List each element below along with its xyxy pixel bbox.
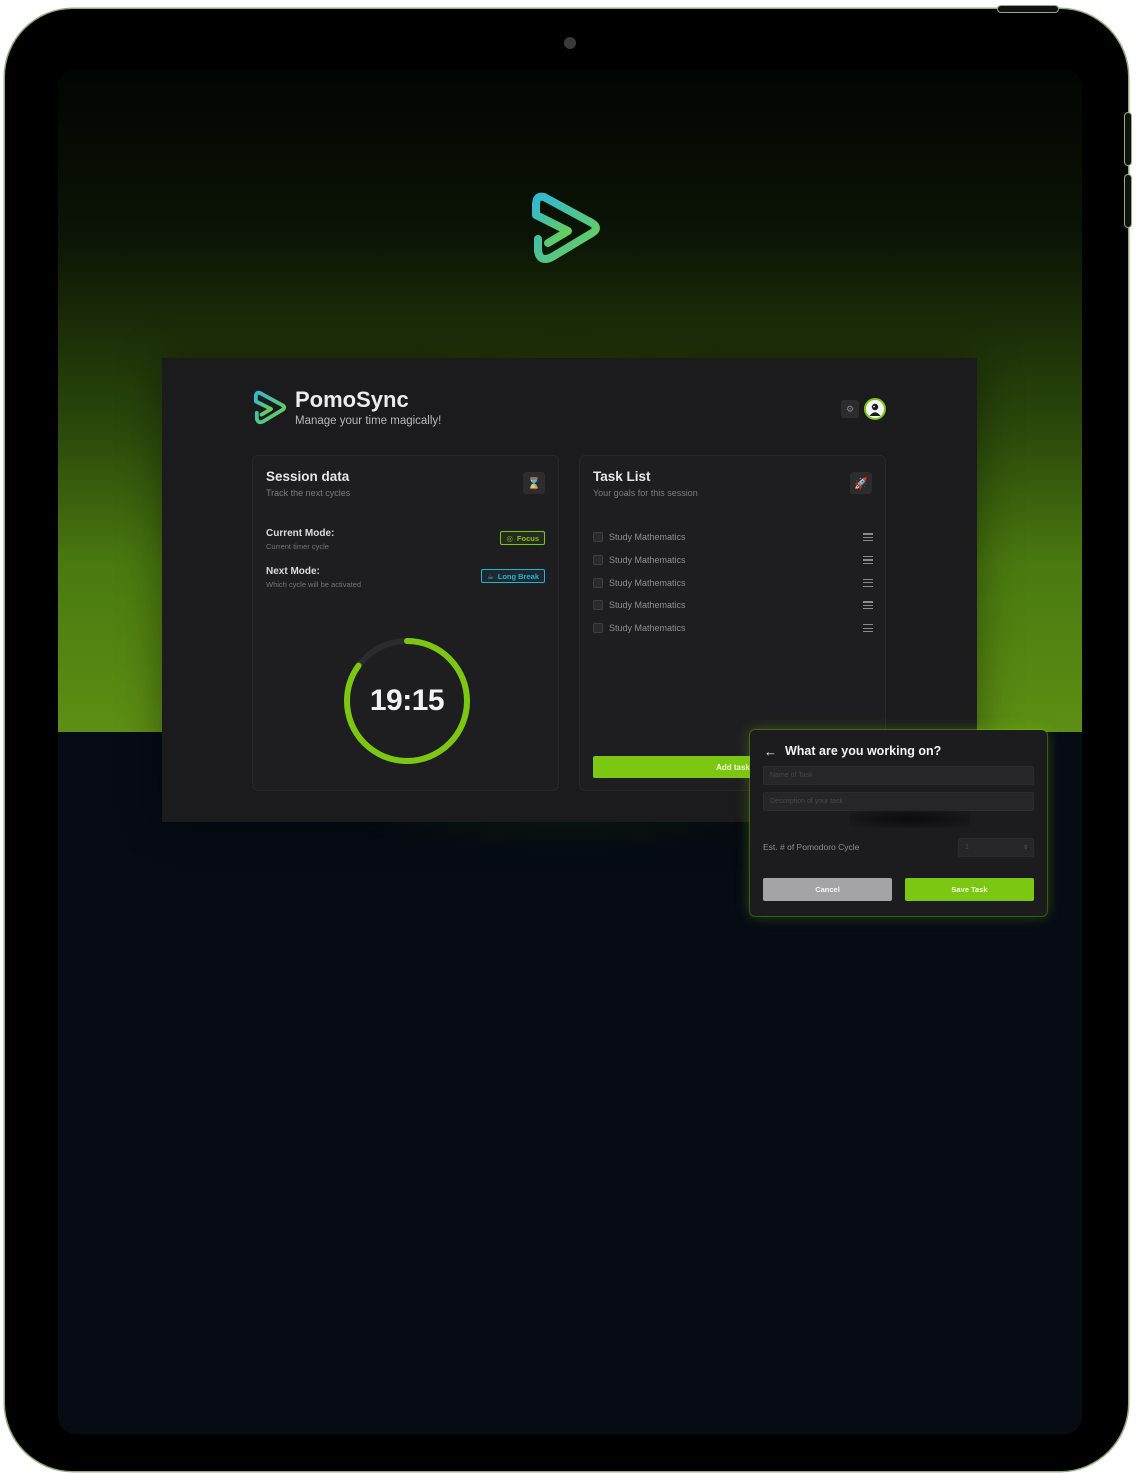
current-mode-row: Current Mode: Current timer cycle	[266, 528, 334, 551]
rocket-icon: 🚀	[850, 472, 872, 494]
focus-badge-label: Focus	[516, 533, 539, 543]
hourglass-icon: ⌛	[523, 472, 545, 494]
pomosync-logo-icon	[532, 192, 600, 263]
dialog-header: ← What are you working on?	[764, 744, 941, 758]
drag-handle-icon[interactable]	[863, 578, 873, 587]
task-description-input[interactable]: Description of your task	[763, 792, 1034, 811]
next-mode-row: Next Mode: Which cycle will be activated	[266, 566, 361, 589]
settings-button[interactable]: ⚙	[841, 400, 859, 418]
shadow-artifact	[850, 810, 970, 828]
volume-up-button	[1125, 113, 1131, 165]
power-button	[998, 6, 1058, 12]
header-actions: ⚙	[841, 398, 886, 420]
app-title: PomoSync	[295, 387, 409, 412]
task-item[interactable]: Study Mathematics	[593, 594, 873, 617]
task-list-subtitle: Your goals for this session	[593, 488, 698, 498]
drag-handle-icon[interactable]	[863, 624, 873, 633]
dialog-title: What are you working on?	[785, 744, 942, 758]
back-arrow-icon[interactable]: ←	[764, 745, 777, 758]
task-checkbox[interactable]	[593, 623, 603, 634]
task-list-title: Task List	[593, 469, 651, 484]
current-mode-hint: Current timer cycle	[266, 542, 329, 551]
app-logo-icon	[253, 390, 287, 425]
drag-handle-icon[interactable]	[863, 533, 873, 542]
drag-handle-icon[interactable]	[863, 601, 873, 610]
task-name: Study Mathematics	[609, 623, 686, 634]
long-break-badge-label: Long Break	[497, 571, 539, 581]
task-name: Study Mathematics	[609, 532, 686, 543]
avatar[interactable]	[864, 398, 886, 420]
task-item[interactable]: Study Mathematics	[593, 617, 873, 640]
task-checkbox[interactable]	[593, 577, 603, 588]
task-list: Study Mathematics Study Mathematics Stud…	[593, 526, 873, 639]
pomodoro-estimate-value: 1	[965, 844, 969, 851]
current-mode-label: Current Mode:	[266, 528, 335, 539]
pomodoro-estimate-label: Est. # of Pomodoro Cycle	[763, 842, 860, 852]
gear-icon: ⚙	[845, 403, 855, 414]
task-item[interactable]: Study Mathematics	[593, 549, 873, 572]
save-task-button[interactable]: Save Task	[905, 878, 1034, 901]
long-break-badge: ☕ Long Break	[481, 569, 545, 583]
app-header: PomoSync Manage your time magically!	[253, 388, 441, 428]
task-item[interactable]: Study Mathematics	[593, 526, 873, 549]
session-card: Session data Track the next cycles ⌛ Cur…	[252, 455, 559, 791]
cancel-button[interactable]: Cancel	[763, 878, 892, 901]
task-checkbox[interactable]	[593, 532, 603, 543]
focus-badge: ◎ Focus	[500, 531, 545, 545]
coffee-cup-icon: ☕	[487, 571, 494, 581]
volume-down-button	[1125, 175, 1131, 227]
stepper-arrows-icon[interactable]: ⇕	[1023, 844, 1028, 851]
tablet-frame: PomoSync Manage your time magically! ⚙ S…	[5, 9, 1128, 1471]
next-mode-label: Next Mode:	[266, 566, 320, 577]
session-subtitle: Track the next cycles	[266, 488, 351, 498]
drag-handle-icon[interactable]	[863, 556, 873, 565]
task-checkbox[interactable]	[593, 555, 603, 566]
task-name-input[interactable]: Name of Task	[763, 766, 1034, 785]
app-tagline: Manage your time magically!	[295, 415, 442, 427]
pomodoro-estimate-stepper[interactable]: 1 ⇕	[958, 838, 1034, 857]
screen: PomoSync Manage your time magically! ⚙ S…	[58, 69, 1082, 1434]
user-avatar-icon	[869, 403, 881, 416]
task-name: Study Mathematics	[609, 577, 686, 588]
front-camera	[564, 37, 576, 49]
task-item[interactable]: Study Mathematics	[593, 571, 873, 594]
next-mode-hint: Which cycle will be activated	[266, 580, 362, 589]
task-name: Study Mathematics	[609, 555, 686, 566]
task-name: Study Mathematics	[609, 600, 686, 611]
timer-display: 19:15	[369, 684, 445, 717]
brain-icon: ◎	[506, 533, 513, 543]
task-checkbox[interactable]	[593, 600, 603, 611]
session-title: Session data	[266, 469, 350, 484]
add-task-dialog: ← What are you working on? Name of Task …	[750, 730, 1047, 916]
